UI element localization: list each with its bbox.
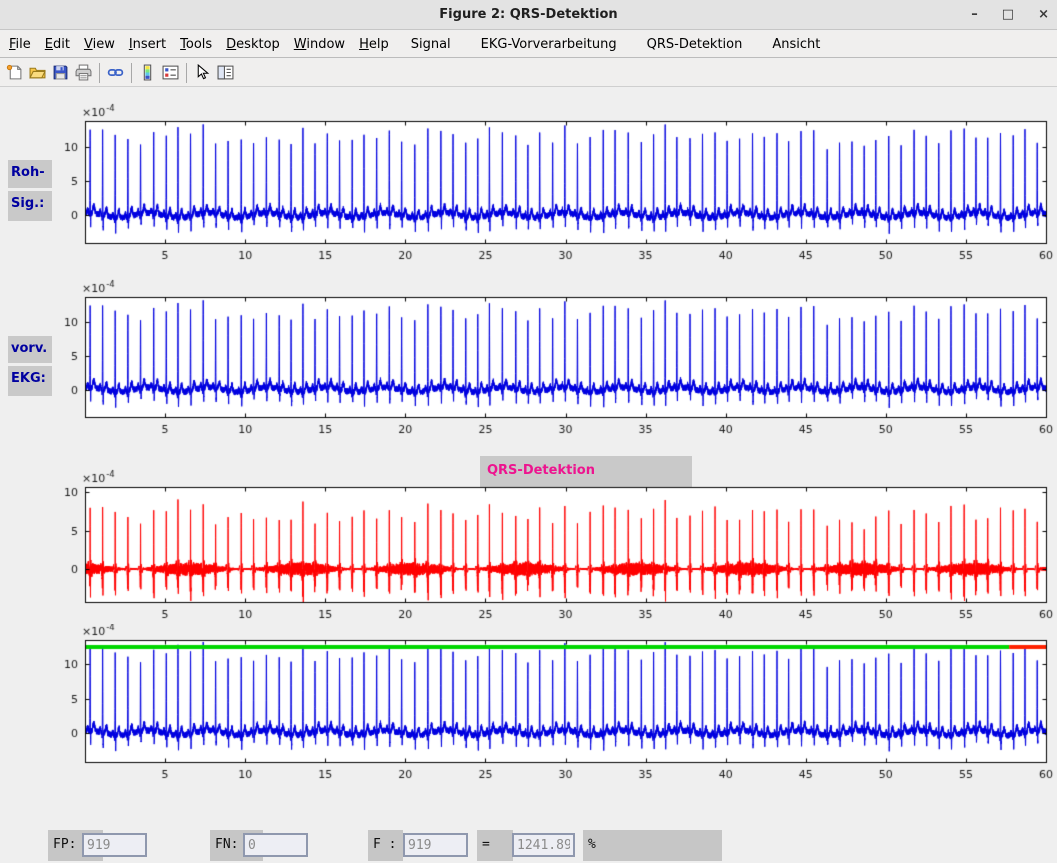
qrs-detection-plot <box>0 468 1057 624</box>
fp-value-field[interactable] <box>82 833 147 857</box>
menu-desktop[interactable]: Desktop <box>219 37 287 52</box>
maximize-button[interactable]: □ <box>1002 0 1014 30</box>
figure-toolbar <box>0 59 1057 87</box>
menu-view[interactable]: View <box>77 37 122 52</box>
menubar: File Edit View Insert Tools Desktop Wind… <box>0 31 1057 58</box>
window-controls: – □ × <box>971 0 1049 30</box>
equals-label: = <box>477 830 513 861</box>
detection-result-plot <box>0 624 1057 784</box>
f-label: F : <box>368 830 403 861</box>
menu-qrs-detektion[interactable]: QRS-Detektion <box>632 37 758 52</box>
menu-window[interactable]: Window <box>287 37 352 52</box>
preprocessed-ecg-plot <box>0 276 1057 439</box>
insert-colorbar-icon[interactable] <box>136 61 159 84</box>
menu-ansicht[interactable]: Ansicht <box>757 37 835 52</box>
menu-ekg-vorverarbeitung[interactable]: EKG-Vorverarbeitung <box>466 37 632 52</box>
new-figure-icon[interactable] <box>3 61 26 84</box>
fn-value-field[interactable] <box>243 833 308 857</box>
toolbar-separator <box>186 63 187 83</box>
menu-file[interactable]: File <box>2 37 38 52</box>
open-file-icon[interactable] <box>26 61 49 84</box>
insert-legend-icon[interactable] <box>159 61 182 84</box>
menu-insert[interactable]: Insert <box>122 37 173 52</box>
percent-label: % <box>583 830 722 861</box>
menu-tools[interactable]: Tools <box>173 37 219 52</box>
menu-signal[interactable]: Signal <box>396 37 466 52</box>
close-button[interactable]: × <box>1038 0 1049 30</box>
edit-plot-icon[interactable] <box>191 61 214 84</box>
minimize-button[interactable]: – <box>971 0 978 30</box>
link-plot-icon[interactable] <box>104 61 127 84</box>
toolbar-separator <box>99 63 100 83</box>
toolbar-separator <box>131 63 132 83</box>
f-value-field[interactable] <box>403 833 468 857</box>
save-figure-icon[interactable] <box>49 61 72 84</box>
figure-window: Figure 2: QRS-Detektion – □ × File Edit … <box>0 0 1057 863</box>
property-editor-icon[interactable] <box>214 61 237 84</box>
titlebar: Figure 2: QRS-Detektion – □ × <box>0 0 1057 30</box>
menu-edit[interactable]: Edit <box>38 37 77 52</box>
print-figure-icon[interactable] <box>72 61 95 84</box>
menu-help[interactable]: Help <box>352 37 396 52</box>
raw-ecg-plot <box>0 100 1057 265</box>
window-title: Figure 2: QRS-Detektion <box>0 7 1057 22</box>
result-value-field[interactable] <box>512 833 575 857</box>
